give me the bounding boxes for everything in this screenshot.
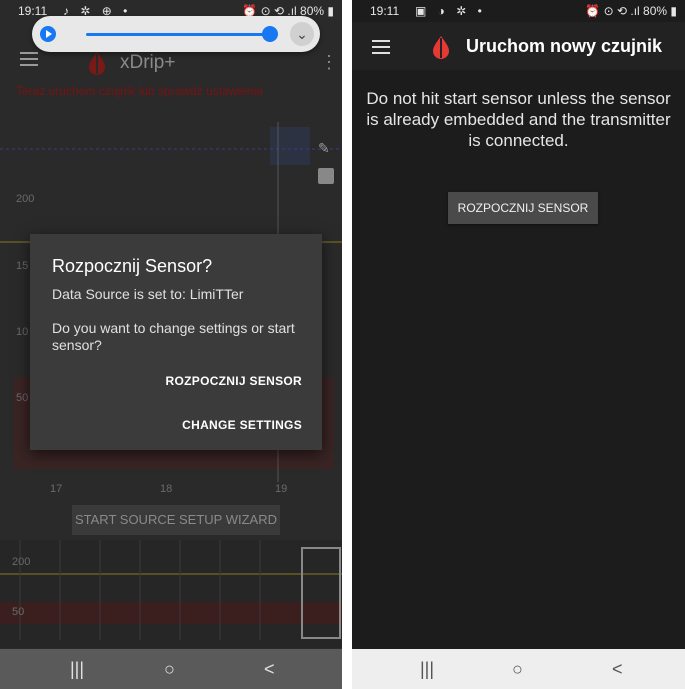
app-toolbar: Uruchom nowy czujnik bbox=[352, 22, 685, 70]
left-phone-screen: 19:11 ♪ ✲ ⊕ • ⏰ ⊙ ⟲ .ıl 80% ▮ xDrip+ ⋮ T… bbox=[0, 0, 342, 689]
home-button[interactable]: ○ bbox=[164, 659, 175, 680]
recents-button[interactable]: ||| bbox=[420, 659, 434, 680]
status-time: 19:11 bbox=[18, 4, 48, 18]
dialog-title: Rozpocznij Sensor? bbox=[52, 256, 213, 276]
home-button[interactable]: ○ bbox=[512, 659, 523, 680]
media-control-bar[interactable]: ⌄ bbox=[32, 16, 320, 52]
dialog-question-text: Do you want to change settings or start … bbox=[52, 320, 295, 353]
dialog-start-sensor-button[interactable]: ROZPOCZNIJ SENSOR bbox=[166, 374, 302, 388]
status-icons: ▣ ◑ ✲ • bbox=[415, 4, 486, 18]
preview-chart-grid bbox=[0, 540, 342, 640]
navigation-bar: ||| ○ < bbox=[352, 649, 685, 689]
y-label-10: 10 bbox=[16, 326, 29, 338]
app-title: xDrip+ bbox=[120, 52, 176, 73]
dialog-data-source-text: Data Source is set to: LimiTTer bbox=[52, 286, 244, 302]
media-progress-track[interactable] bbox=[86, 33, 276, 36]
start-source-setup-wizard-button[interactable]: START SOURCE SETUP WIZARD bbox=[72, 505, 280, 535]
preview-chart: 200 50 bbox=[0, 540, 342, 648]
chevron-down-icon[interactable]: ⌄ bbox=[290, 22, 314, 46]
back-button[interactable]: < bbox=[612, 659, 623, 680]
xdrip-logo-icon bbox=[433, 36, 449, 59]
x-label-17: 17 bbox=[50, 483, 63, 495]
xdrip-logo-icon bbox=[89, 52, 105, 75]
start-sensor-dialog: Rozpocznij Sensor? Data Source is set to… bbox=[30, 234, 322, 450]
x-label-19: 19 bbox=[275, 483, 288, 495]
xdrip-main-screen: 19:11 ♪ ✲ ⊕ • ⏰ ⊙ ⟲ .ıl 80% ▮ xDrip+ ⋮ T… bbox=[0, 0, 342, 649]
status-right-icons: ⏰ ⊙ ⟲ .ıl 80% ▮ bbox=[585, 4, 677, 18]
status-bar: 19:11 ▣ ◑ ✲ • ⏰ ⊙ ⟲ .ıl 80% ▮ bbox=[352, 0, 685, 22]
menu-icon[interactable] bbox=[372, 40, 390, 54]
navigation-bar: ||| ○ < bbox=[0, 649, 342, 689]
add-note-icon[interactable] bbox=[318, 168, 334, 184]
warning-text: Teraz uruchom czujnik lub sprawdź ustawi… bbox=[16, 84, 263, 98]
menu-icon[interactable] bbox=[20, 52, 38, 66]
status-time: 19:11 bbox=[370, 4, 400, 18]
x-label-18: 18 bbox=[160, 483, 173, 495]
media-progress-thumb[interactable] bbox=[262, 26, 278, 42]
pencil-icon[interactable]: ✎ bbox=[318, 140, 330, 157]
y-label-200: 200 bbox=[16, 193, 35, 205]
overflow-menu-icon[interactable]: ⋮ bbox=[320, 52, 338, 73]
back-button[interactable]: < bbox=[264, 659, 275, 680]
right-phone-screen: 19:11 ▣ ◑ ✲ • ⏰ ⊙ ⟲ .ıl 80% ▮ Uruchom no… bbox=[352, 0, 685, 689]
start-sensor-button[interactable]: ROZPOCZNIJ SENSOR bbox=[448, 192, 598, 224]
play-icon[interactable] bbox=[40, 26, 56, 42]
y-label-50: 50 bbox=[16, 392, 29, 404]
mini-y-label-200: 200 bbox=[12, 556, 31, 568]
dialog-change-settings-button[interactable]: CHANGE SETTINGS bbox=[182, 418, 302, 432]
mini-y-label-50: 50 bbox=[12, 606, 25, 618]
y-label-15: 15 bbox=[16, 260, 29, 272]
page-title: Uruchom nowy czujnik bbox=[466, 36, 663, 56]
recents-button[interactable]: ||| bbox=[70, 659, 84, 680]
warning-message: Do not hit start sensor unless the senso… bbox=[366, 89, 671, 150]
